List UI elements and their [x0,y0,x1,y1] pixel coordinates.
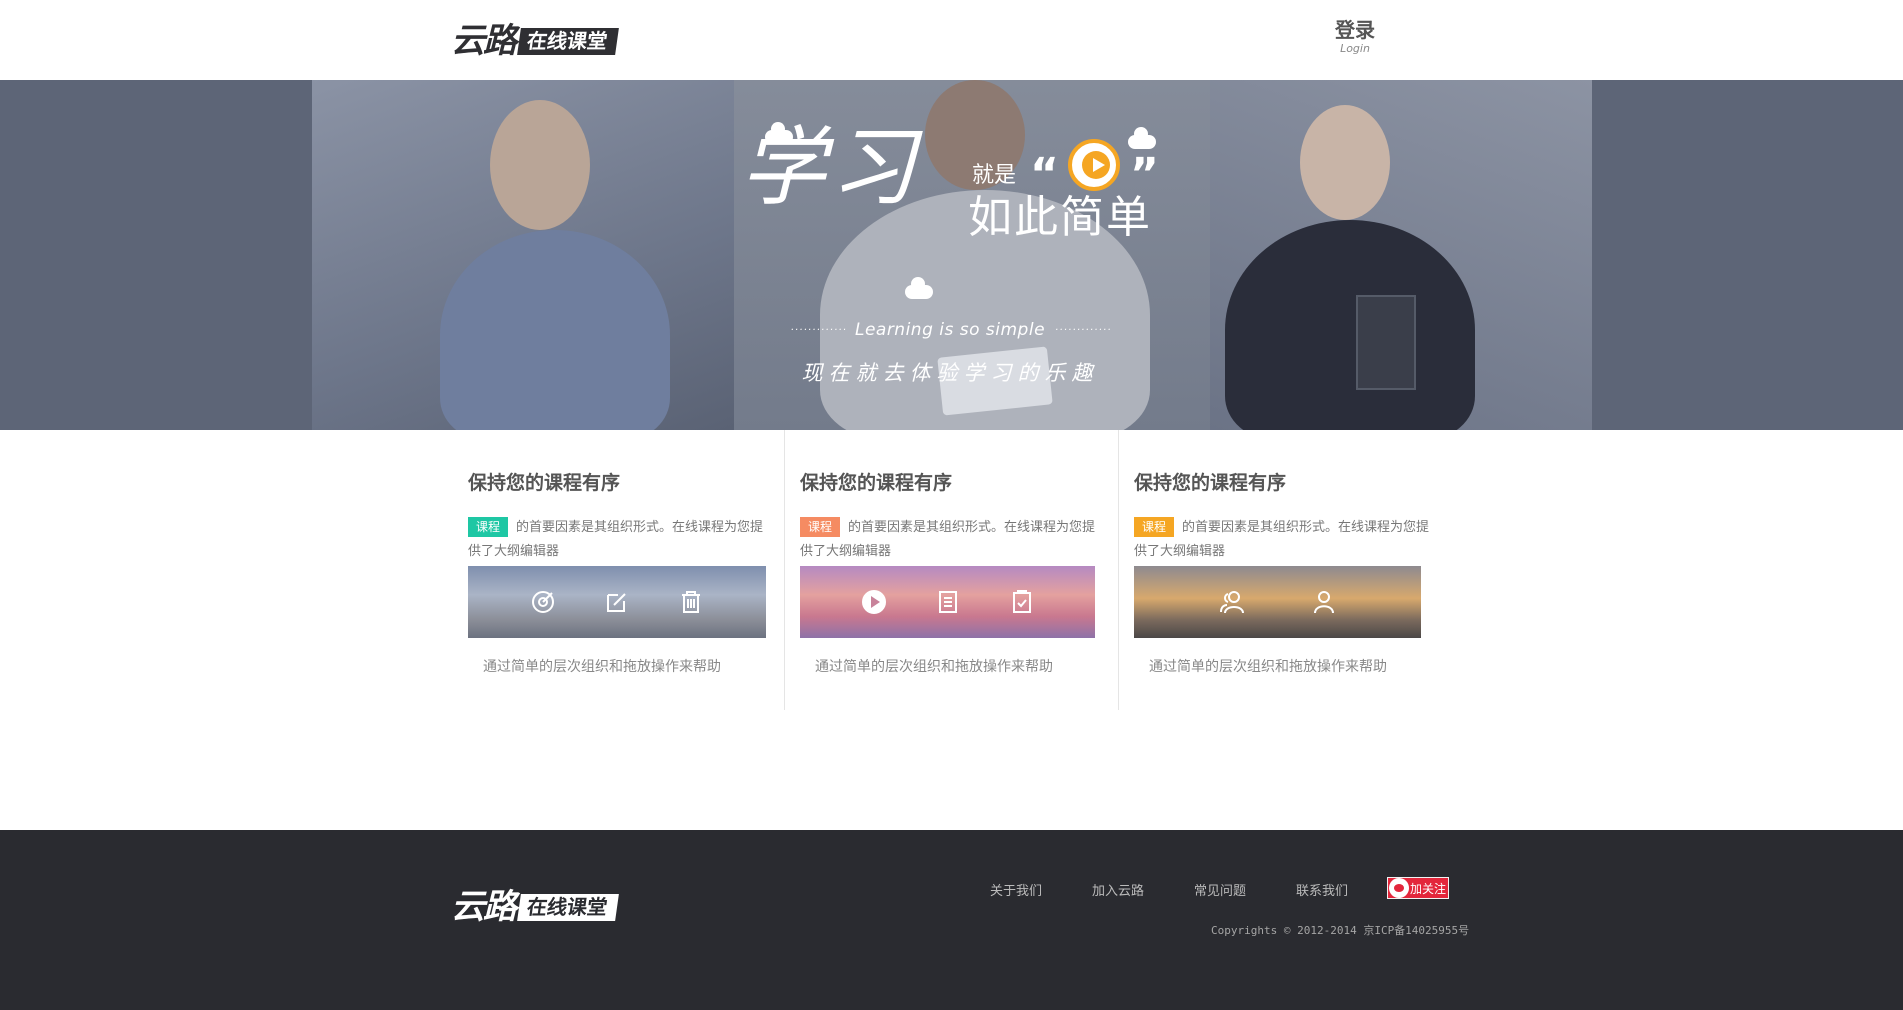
feature-footer: 通过简单的层次组织和拖放操作来帮助 [1149,659,1387,675]
weibo-follow-button[interactable]: 加关注 [1387,877,1449,899]
feature-toolbar [1134,566,1421,638]
footer-link-join[interactable]: 加入云路 [1092,880,1144,899]
checklist-icon[interactable] [1006,586,1038,618]
footer-logo[interactable]: 云路 在线课堂 [451,887,619,927]
person-left-head [490,100,590,230]
login-sublabel: Login [1340,42,1370,55]
document-icon[interactable] [932,586,964,618]
feature-title: 保持您的课程有序 [800,472,953,494]
feature-toolbar [468,566,766,638]
feature-column: 保持您的课程有序 课程 的首要因素是其组织形式。在线课程为您提供了大纲编辑器 通过… [1118,430,1452,710]
feature-footer: 通过简单的层次组织和拖放操作来帮助 [483,659,721,675]
footer-link-faq[interactable]: 常见问题 [1194,880,1246,899]
feature-section: 保持您的课程有序 课程 的首要因素是其组织形式。在线课程为您提供了大纲编辑器 通过… [452,430,1452,710]
cloud-icon [905,277,933,299]
trash-icon[interactable] [675,586,707,618]
headline-english: Learning is so simple [770,320,1130,340]
feature-title: 保持您的课程有序 [468,472,621,494]
edit-icon[interactable] [601,586,633,618]
person-right-head [1300,105,1390,220]
feature-description: 课程 的首要因素是其组织形式。在线课程为您提供了大纲编辑器 [800,516,1100,564]
weibo-follow-label: 加关注 [1410,881,1447,896]
feature-column: 保持您的课程有序 课程 的首要因素是其组织形式。在线课程为您提供了大纲编辑器 通过… [784,430,1118,710]
person-right-body [1225,220,1475,430]
feature-footer: 通过简单的层次组织和拖放操作来帮助 [815,659,1053,675]
feature-column: 保持您的课程有序 课程 的首要因素是其组织形式。在线课程为您提供了大纲编辑器 通过… [452,430,784,710]
headline-learning: 学习 [740,118,920,218]
book-image [1356,295,1416,390]
hero-headline: 学习 就是 “ ” 如此简单 Learning is so simple 现在就… [740,118,1160,385]
course-badge: 课程 [1134,517,1175,537]
copyright-text: Copyrights © 2012-2014 京ICP备14025955号 [1211,924,1470,937]
site-header: 云路 在线课堂 登录 Login [0,0,1903,80]
footer-link-about[interactable]: 关于我们 [990,880,1042,899]
footer-nav: 关于我们 加入云路 常见问题 联系我们 [990,880,1398,899]
users-icon[interactable] [1216,586,1248,618]
weibo-icon [1389,878,1409,898]
feature-description-text: 的首要因素是其组织形式。在线课程为您提供了大纲编辑器 [468,520,764,559]
feature-title: 保持您的课程有序 [1134,472,1287,494]
play-icon[interactable] [858,586,890,618]
hero-banner: 学习 就是 “ ” 如此简单 Learning is so simple 现在就… [0,80,1903,430]
logo-mark: 云路 [451,887,517,927]
target-icon[interactable] [527,586,559,618]
headline-subtitle: 现在就去体验学习的乐趣 [801,361,1099,385]
course-badge: 课程 [800,517,841,537]
site-footer: 云路 在线课堂 关于我们 加入云路 常见问题 联系我们 加关注 Copyrigh… [0,830,1903,1010]
logo-tag: 在线课堂 [517,27,619,55]
feature-description-text: 的首要因素是其组织形式。在线课程为您提供了大纲编辑器 [1134,520,1430,559]
cloud-icon [1128,127,1156,149]
person-left-body [440,230,670,430]
footer-link-contact[interactable]: 联系我们 [1296,880,1348,899]
login-link[interactable]: 登录 Login [1330,18,1380,56]
site-logo[interactable]: 云路 在线课堂 [451,21,619,61]
login-label: 登录 [1335,18,1375,42]
course-badge: 课程 [468,517,509,537]
feature-description: 课程 的首要因素是其组织形式。在线课程为您提供了大纲编辑器 [468,516,768,564]
headline-simple: 如此简单 [968,192,1152,243]
feature-toolbar [800,566,1095,638]
logo-tag: 在线课堂 [517,893,619,921]
logo-mark: 云路 [451,21,517,61]
feature-description-text: 的首要因素是其组织形式。在线课程为您提供了大纲编辑器 [800,520,1096,559]
feature-description: 课程 的首要因素是其组织形式。在线课程为您提供了大纲编辑器 [1134,516,1434,564]
user-icon[interactable] [1308,586,1340,618]
